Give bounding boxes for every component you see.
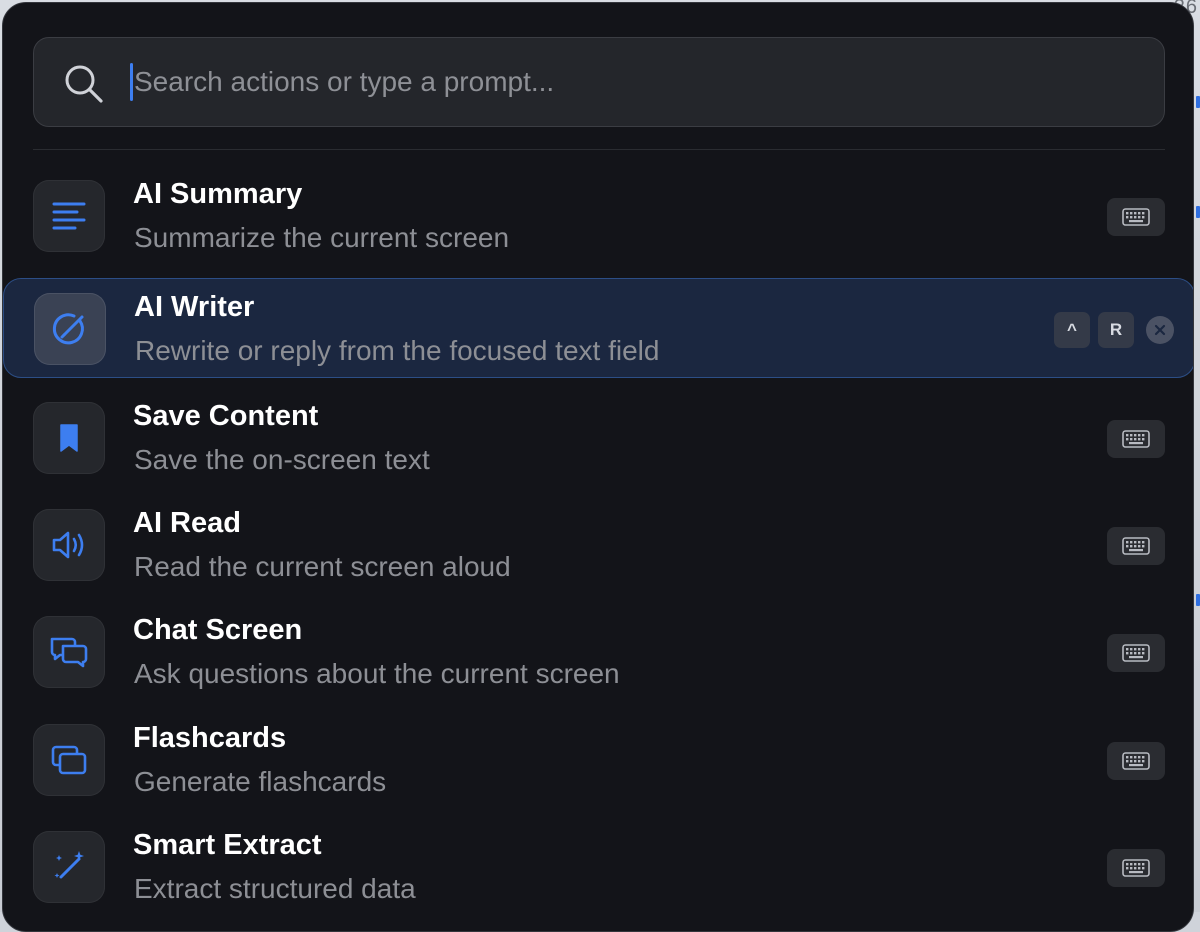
action-icon-tile (33, 616, 105, 688)
action-item-smart-extract[interactable]: Smart Extract Extract structured data (3, 817, 1193, 917)
action-subtitle: Summarize the current screen (134, 222, 510, 253)
action-item-flashcards[interactable]: Flashcards Generate flashcards (3, 710, 1193, 810)
action-subtitle: Read the current screen aloud (134, 551, 511, 582)
keyboard-icon (1122, 537, 1150, 555)
keyboard-icon (1122, 430, 1150, 448)
action-item-ai-summary[interactable]: AI Summary Summarize the current screen (3, 166, 1193, 266)
keyboard-icon (1122, 208, 1150, 226)
action-subtitle: Extract structured data (134, 873, 416, 904)
cards-icon (51, 745, 87, 775)
assign-shortcut-button[interactable] (1107, 849, 1165, 887)
search-icon (65, 65, 103, 103)
action-icon-tile (33, 724, 105, 796)
action-title: Save Content (133, 400, 319, 432)
action-item-save-content[interactable]: Save Content Save the on-screen text (3, 388, 1193, 488)
action-item-chat-screen[interactable]: Chat Screen Ask questions about the curr… (3, 602, 1193, 702)
action-icon-tile (33, 402, 105, 474)
action-icon-tile (34, 293, 106, 365)
shortcut-key-r: R (1098, 312, 1134, 348)
action-subtitle: Save the on-screen text (134, 444, 430, 475)
text-align-left-icon (52, 202, 86, 230)
keyboard-icon (1122, 859, 1150, 877)
assign-shortcut-button[interactable] (1107, 198, 1165, 236)
text-caret (130, 63, 133, 101)
shortcut-key-control: ^ (1054, 312, 1090, 348)
close-icon (1154, 324, 1166, 336)
action-title: Flashcards (133, 722, 287, 754)
action-icon-tile (33, 831, 105, 903)
action-item-ai-writer[interactable]: AI Writer Rewrite or reply from the focu… (3, 278, 1193, 378)
edge-marker (1196, 96, 1200, 108)
action-subtitle: Generate flashcards (134, 766, 387, 797)
action-icon-tile (33, 509, 105, 581)
command-palette: AI Summary Summarize the current screen (2, 2, 1194, 932)
magic-wand-icon (54, 851, 84, 879)
pen-circle-icon (52, 313, 84, 345)
shortcut-keys: ^ R (1054, 311, 1174, 349)
search-input[interactable] (134, 58, 1134, 106)
action-icon-tile (33, 180, 105, 252)
assign-shortcut-button[interactable] (1107, 420, 1165, 458)
chat-bubbles-icon (50, 637, 88, 668)
assign-shortcut-button[interactable] (1107, 527, 1165, 565)
clear-shortcut-button[interactable] (1146, 316, 1174, 344)
action-title: Smart Extract (133, 829, 322, 861)
action-subtitle: Ask questions about the current screen (134, 658, 620, 689)
keyboard-icon (1122, 644, 1150, 662)
action-item-ai-read[interactable]: AI Read Read the current screen aloud (3, 495, 1193, 595)
action-title: AI Summary (133, 178, 303, 210)
assign-shortcut-button[interactable] (1107, 742, 1165, 780)
divider (33, 149, 1165, 150)
edge-marker (1196, 206, 1200, 218)
search-box[interactable] (33, 37, 1165, 127)
assign-shortcut-button[interactable] (1107, 634, 1165, 672)
edge-marker (1196, 594, 1200, 606)
action-subtitle: Rewrite or reply from the focused text f… (135, 335, 660, 366)
action-title: AI Read (133, 507, 241, 539)
action-title: AI Writer (134, 291, 255, 323)
bookmark-icon (60, 424, 78, 452)
action-title: Chat Screen (133, 614, 303, 646)
keyboard-icon (1122, 752, 1150, 770)
speaker-icon (52, 531, 84, 559)
